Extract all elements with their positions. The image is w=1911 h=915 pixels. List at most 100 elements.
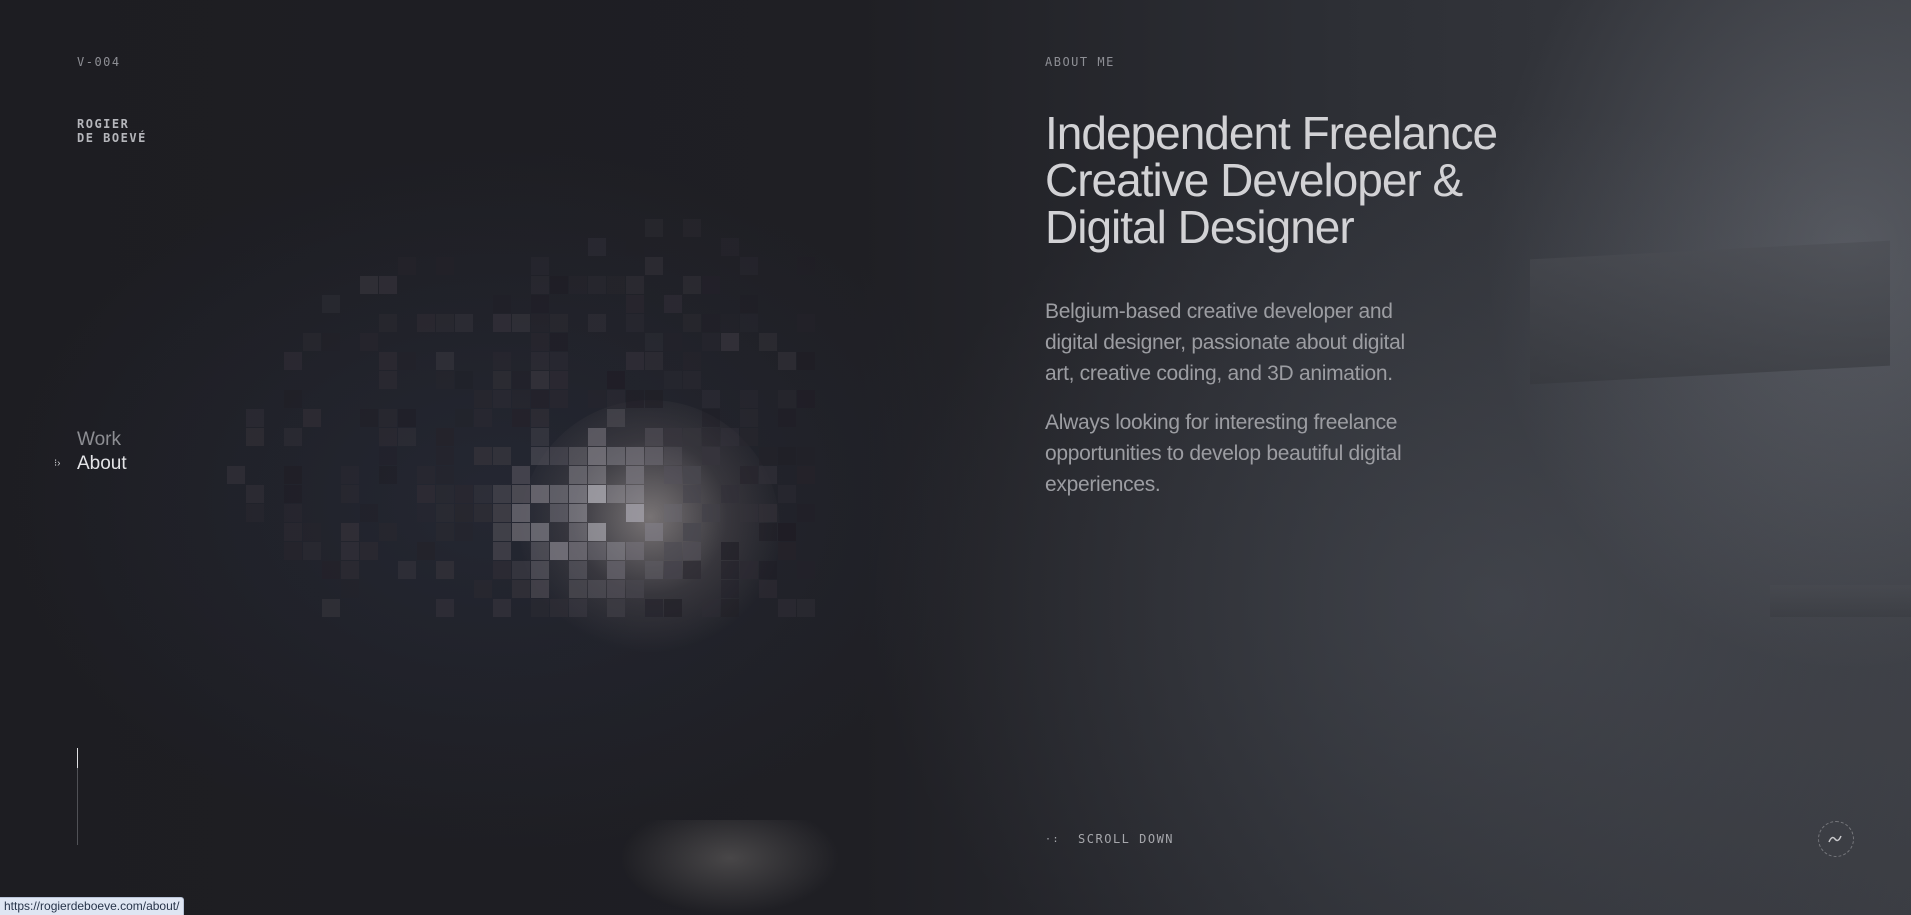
voxel-cube [721, 580, 739, 598]
voxel-cube [379, 276, 397, 294]
sound-toggle-button[interactable] [1818, 821, 1854, 857]
voxel-cube [740, 561, 758, 579]
voxel-cube [626, 542, 644, 560]
voxel-cube [493, 447, 511, 465]
voxel-cube [512, 390, 530, 408]
dots-icon: ·: [1045, 833, 1061, 845]
logo-line: DE BOEVÉ [77, 131, 147, 145]
voxel-cube [436, 523, 454, 541]
voxel-cube [322, 333, 340, 351]
voxel-cube [645, 561, 663, 579]
voxel-cube [550, 390, 568, 408]
voxel-cube [303, 542, 321, 560]
floor-reflection [620, 820, 840, 915]
voxel-cube [626, 276, 644, 294]
voxel-cube [626, 390, 644, 408]
nav-item-about[interactable]: About [77, 452, 127, 476]
voxel-cube [379, 523, 397, 541]
voxel-cube [797, 466, 815, 484]
voxel-cube [531, 523, 549, 541]
site-logo[interactable]: ROGIER DE BOEVÉ [77, 117, 147, 145]
voxel-cube [645, 428, 663, 446]
voxel-cube [740, 390, 758, 408]
voxel-cube [797, 314, 815, 332]
voxel-cube [683, 219, 701, 237]
voxel-cube [797, 257, 815, 275]
section-label: ABOUT ME [1045, 55, 1115, 69]
voxel-cube [778, 523, 796, 541]
voxel-cube [569, 599, 587, 617]
voxel-cube [721, 485, 739, 503]
voxel-cube [645, 390, 663, 408]
voxel-cube [569, 523, 587, 541]
voxel-cube [588, 523, 606, 541]
voxel-cube [550, 485, 568, 503]
paragraph-line: opportunities to develop beautiful digit… [1045, 442, 1402, 465]
voxel-cube [512, 314, 530, 332]
voxel-cube [531, 542, 549, 560]
voxel-cube [569, 542, 587, 560]
voxel-cube [550, 447, 568, 465]
voxel-cube [379, 428, 397, 446]
voxel-cube [303, 523, 321, 541]
voxel-cube [759, 561, 777, 579]
voxel-cube [683, 466, 701, 484]
voxel-cube [664, 333, 682, 351]
voxel-cube [284, 542, 302, 560]
voxel-cube [379, 447, 397, 465]
voxel-cube [588, 276, 606, 294]
voxel-cube [493, 390, 511, 408]
browser-status-url: https://rogierdeboeve.com/about/ [0, 897, 185, 915]
voxel-cube [455, 523, 473, 541]
voxel-cube [341, 485, 359, 503]
voxel-cube [360, 333, 378, 351]
voxel-cube [284, 352, 302, 370]
voxel-cube [683, 428, 701, 446]
voxel-cube [683, 542, 701, 560]
voxel-cube [588, 447, 606, 465]
voxel-cube [246, 504, 264, 522]
scroll-down-label: SCROLL DOWN [1078, 832, 1175, 846]
voxel-cube [664, 466, 682, 484]
voxel-cube [569, 466, 587, 484]
scroll-down-button[interactable]: ·: SCROLL DOWN [1045, 832, 1174, 846]
voxel-cube [512, 580, 530, 598]
voxel-cube [360, 504, 378, 522]
logo-line: ROGIER [77, 117, 130, 131]
voxel-cube [379, 409, 397, 427]
voxel-cube [436, 599, 454, 617]
title-line: Independent Freelance [1045, 107, 1498, 159]
voxel-cube [759, 447, 777, 465]
voxel-cube [588, 238, 606, 256]
voxel-cube [607, 371, 625, 389]
voxel-cube [740, 428, 758, 446]
voxel-cube [398, 561, 416, 579]
voxel-cube [683, 523, 701, 541]
voxel-cube [645, 599, 663, 617]
voxel-cube [759, 523, 777, 541]
voxel-cube [721, 314, 739, 332]
scroll-progress-indicator [77, 748, 78, 845]
voxel-cube [531, 428, 549, 446]
voxel-cube [607, 542, 625, 560]
voxel-cube [379, 371, 397, 389]
voxel-cube [474, 580, 492, 598]
voxel-cube [626, 504, 644, 522]
voxel-cube [284, 523, 302, 541]
voxel-cube [398, 352, 416, 370]
voxel-cube [493, 485, 511, 503]
voxel-cube [417, 466, 435, 484]
voxel-cube [341, 580, 359, 598]
voxel-cube [474, 409, 492, 427]
voxel-cube [664, 504, 682, 522]
voxel-cube [455, 409, 473, 427]
nav-item-work[interactable]: Work [77, 428, 127, 452]
voxel-cube [702, 276, 720, 294]
voxel-cube [531, 314, 549, 332]
voxel-cube [284, 485, 302, 503]
voxel-cube [569, 504, 587, 522]
voxel-cube [702, 447, 720, 465]
voxel-cube [797, 504, 815, 522]
voxel-cube [721, 599, 739, 617]
voxel-cube [531, 599, 549, 617]
